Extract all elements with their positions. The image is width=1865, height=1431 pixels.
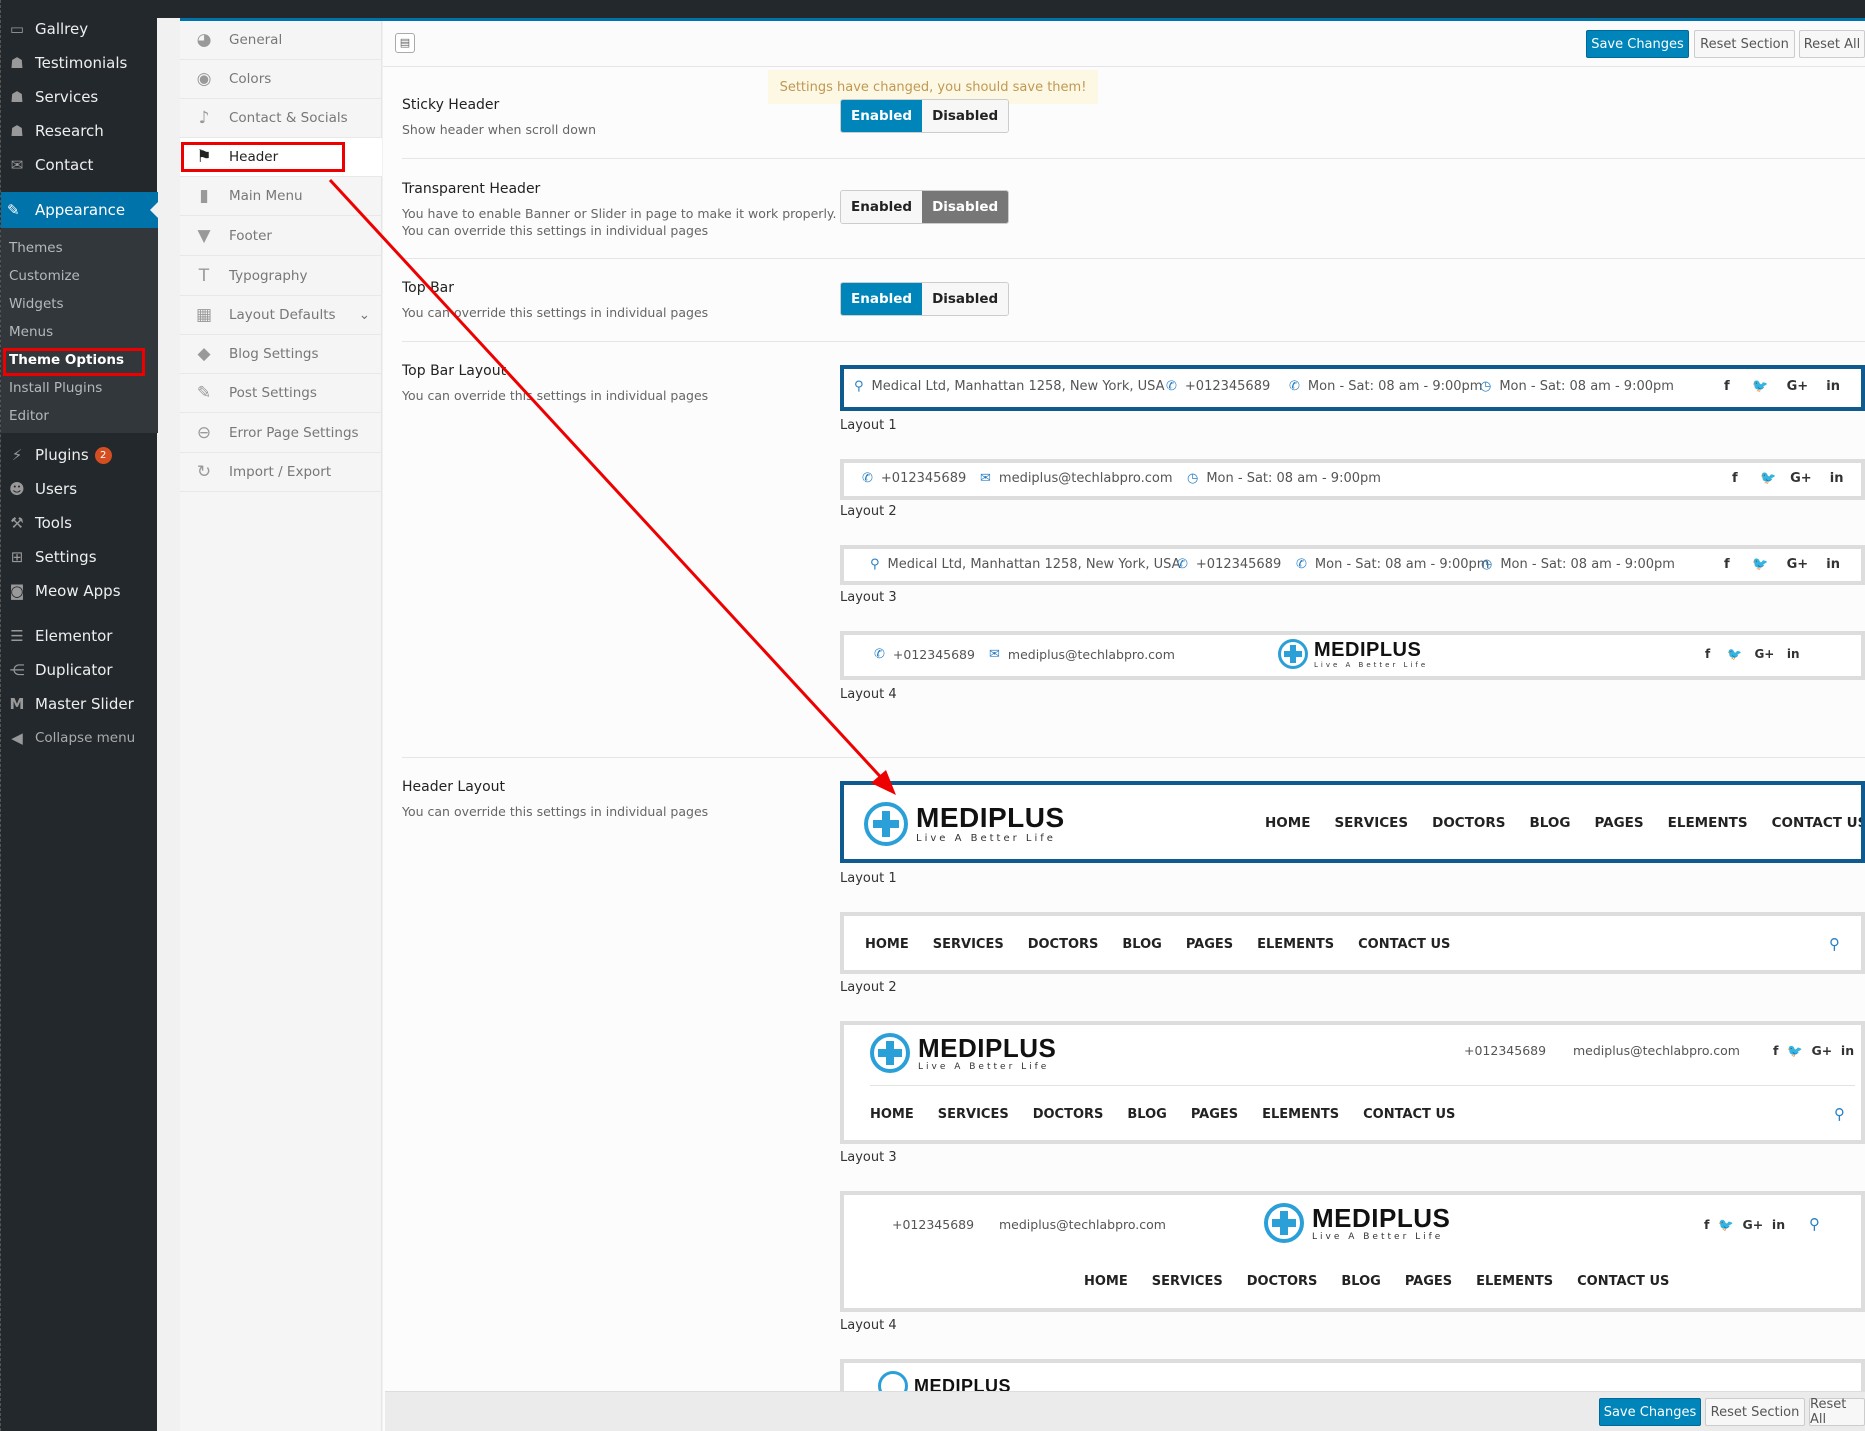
annotation-arrow [328, 178, 896, 795]
screen: ▭ Gallrey ☗ Testimonials ☗ Services ☗ Resear… [0, 0, 1865, 1431]
